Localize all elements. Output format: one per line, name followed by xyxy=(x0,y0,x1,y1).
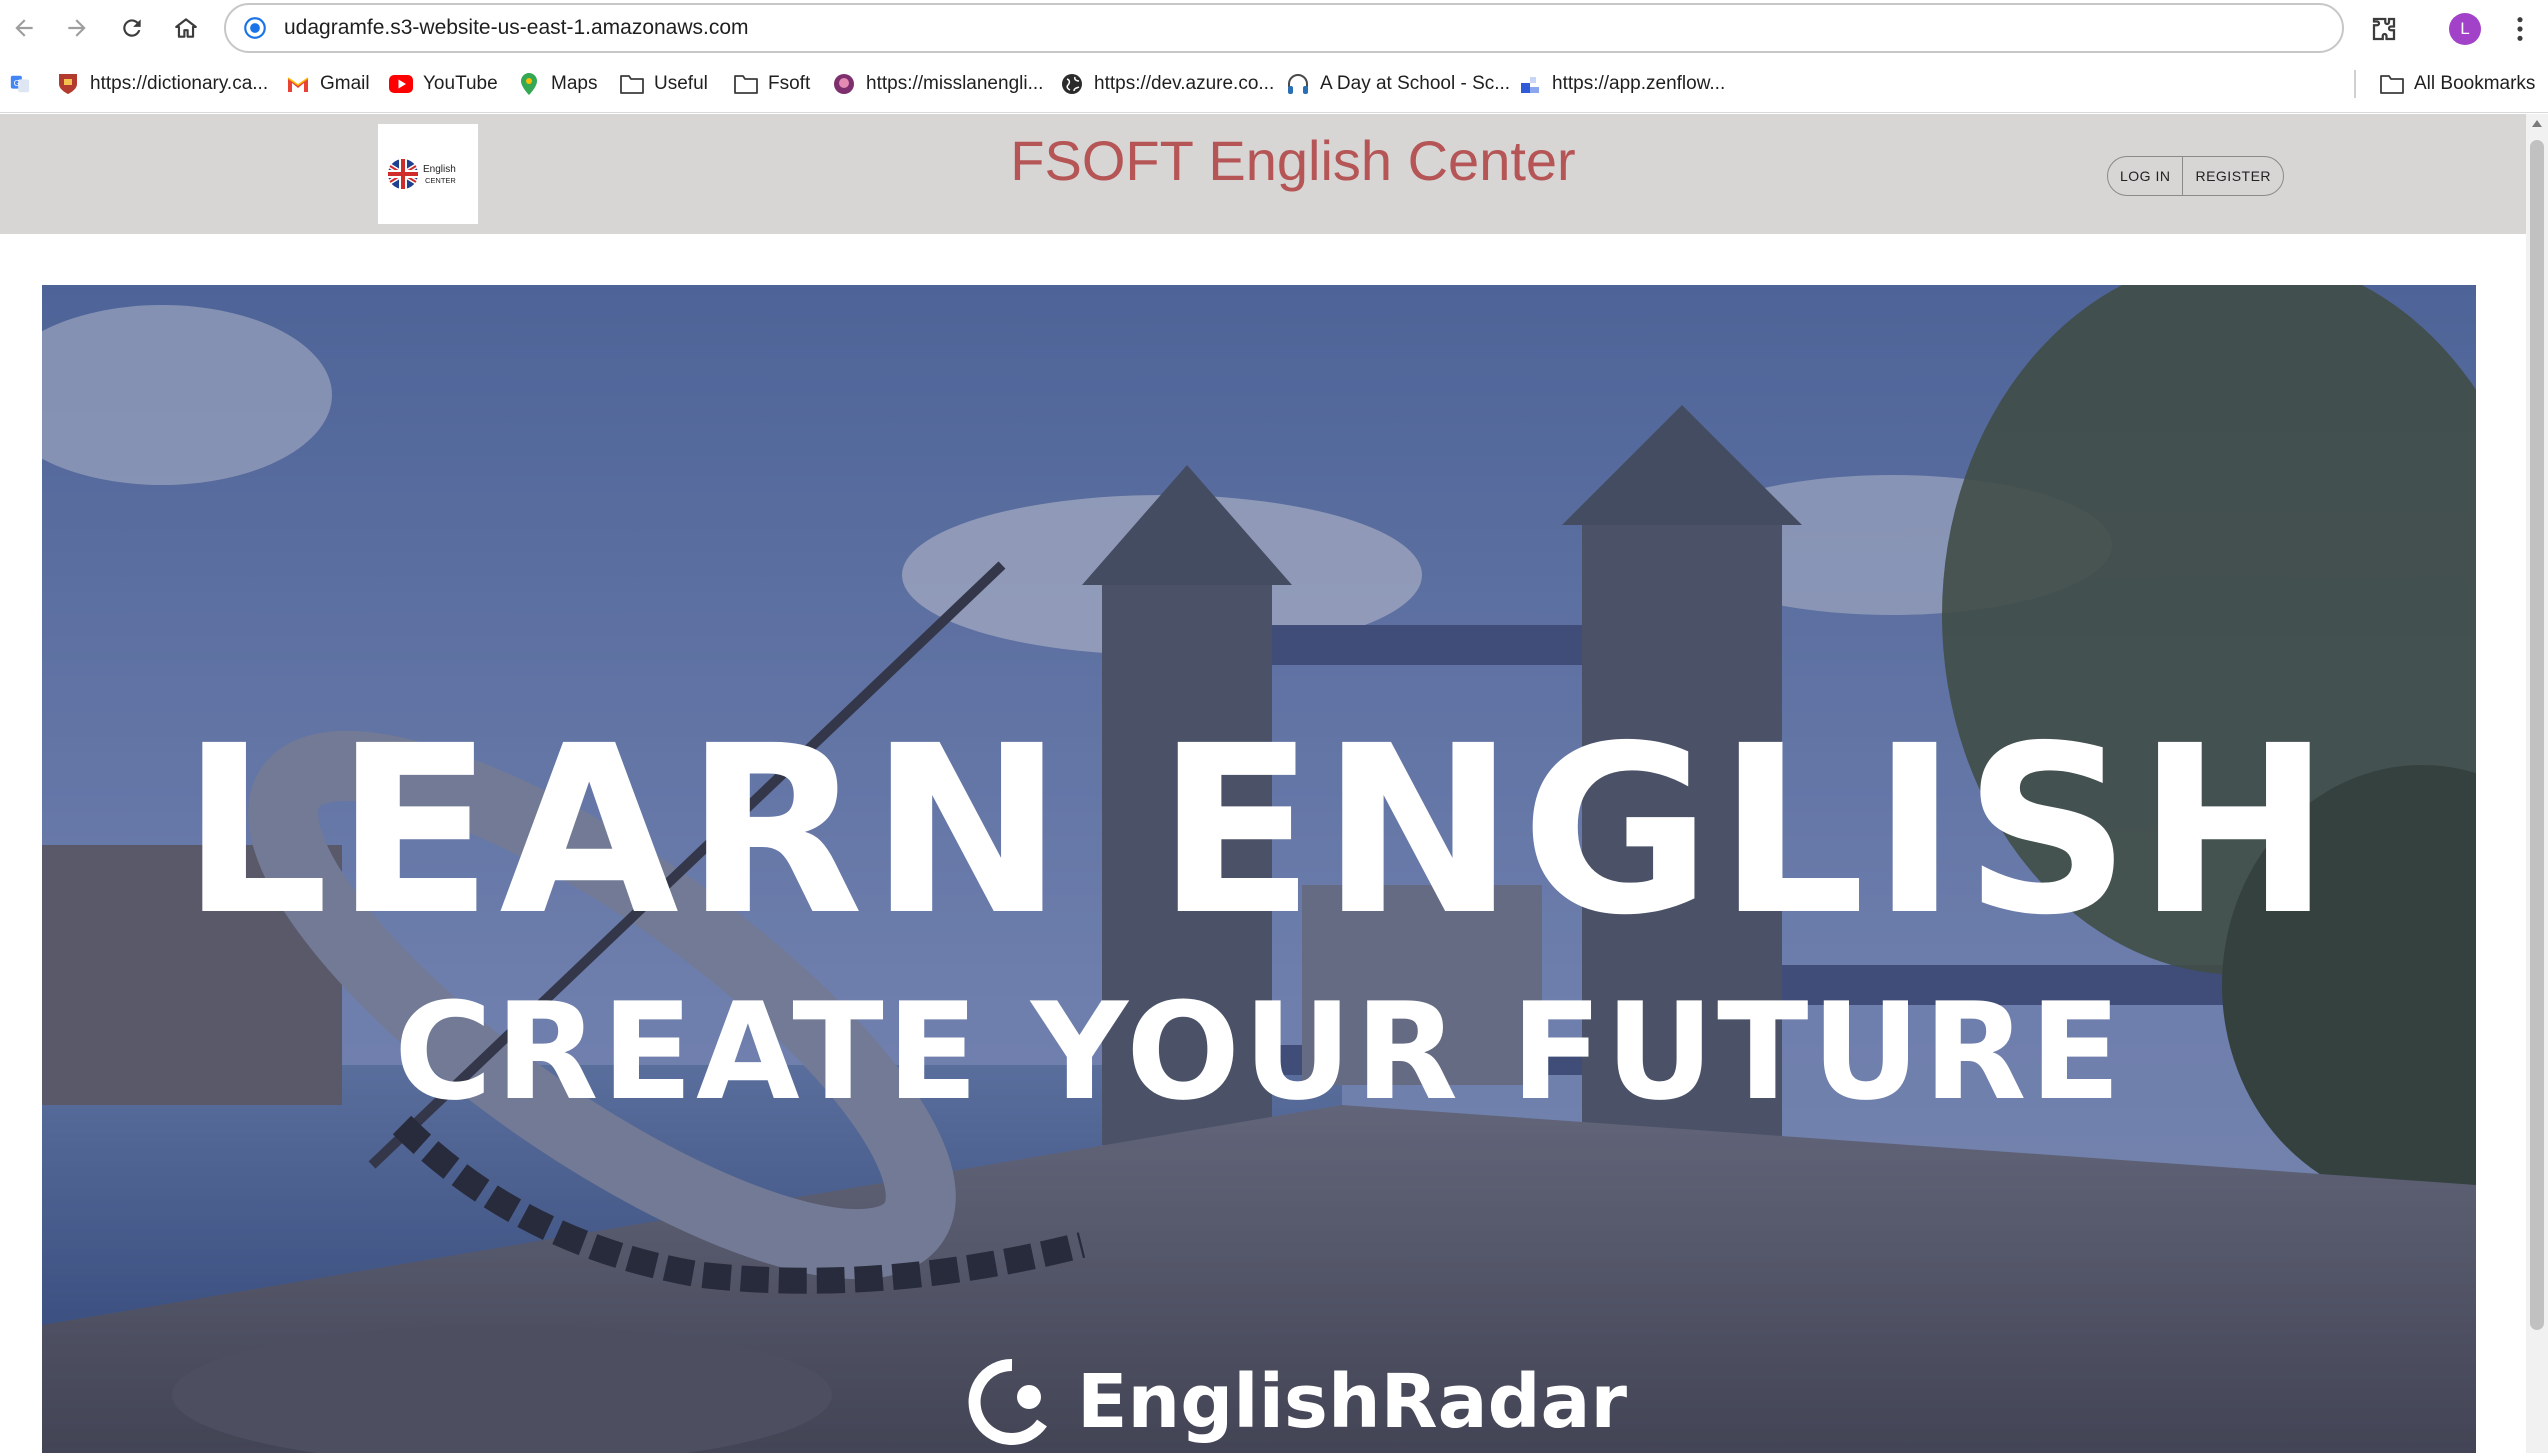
bookmark-label: A Day at School - Sc... xyxy=(1320,73,1511,94)
forward-button[interactable] xyxy=(58,9,96,47)
login-button[interactable]: LOG IN xyxy=(2108,157,2182,195)
bookmarks-bar: G https://dictionary.ca... Gmail YouTube… xyxy=(0,57,2548,113)
bookmark-folder-useful[interactable]: Useful xyxy=(620,69,708,99)
bookmark-label: Gmail xyxy=(320,73,370,94)
bookmark-youtube[interactable]: YouTube xyxy=(389,69,498,99)
back-button[interactable] xyxy=(5,9,43,47)
reload-button[interactable] xyxy=(113,9,151,47)
register-button[interactable]: REGISTER xyxy=(2183,157,2283,195)
arrow-left-icon xyxy=(15,19,33,37)
bookmark-label: https://app.zenflow... xyxy=(1552,73,1726,94)
zenflow-icon xyxy=(1518,72,1542,96)
scroll-up-arrow-icon[interactable] xyxy=(2532,120,2542,127)
bookmark-label: https://dev.azure.co... xyxy=(1094,73,1275,94)
bookmark-folder-fsoft[interactable]: Fsoft xyxy=(734,69,810,99)
reload-icon xyxy=(123,19,141,37)
kebab-menu-icon xyxy=(2517,17,2523,41)
bookmark-label: Fsoft xyxy=(768,73,811,94)
profile-avatar[interactable]: L xyxy=(2449,13,2481,45)
site-icon xyxy=(832,72,856,96)
svg-text:G: G xyxy=(14,78,20,88)
bookmark-azure[interactable]: https://dev.azure.co... xyxy=(1060,69,1274,99)
auth-button-group: LOG IN REGISTER xyxy=(2107,156,2285,196)
bookmark-dictionary[interactable]: https://dictionary.ca... xyxy=(56,69,268,99)
folder-icon xyxy=(734,72,758,96)
bookmark-label: YouTube xyxy=(423,73,498,94)
headphones-icon xyxy=(1286,72,1310,96)
bookmark-label: https://dictionary.ca... xyxy=(90,73,269,94)
google-translate-icon: G xyxy=(8,72,32,96)
all-bookmarks-label: All Bookmarks xyxy=(2414,73,2536,94)
bookmark-a-day-at-school[interactable]: A Day at School - Sc... xyxy=(1286,69,1510,99)
folder-icon xyxy=(2380,72,2404,96)
bookmark-gmail[interactable]: Gmail xyxy=(286,69,370,99)
hero-subtitle: CREATE YOUR FUTURE xyxy=(393,974,2125,1130)
gmail-icon xyxy=(286,72,310,96)
bookmark-zenflow[interactable]: https://app.zenflow... xyxy=(1518,69,1725,99)
bookmarks-separator xyxy=(2354,70,2356,98)
browser-toolbar: udagramfe.s3-website-us-east-1.amazonaws… xyxy=(0,0,2548,57)
maps-icon xyxy=(517,72,541,96)
englishradar-logo-icon xyxy=(968,1358,1047,1445)
bookmark-misslanenglish[interactable]: https://misslanengli... xyxy=(832,69,1043,99)
folder-icon xyxy=(620,72,644,96)
bookmark-maps[interactable]: Maps xyxy=(517,69,597,99)
site-info-icon[interactable] xyxy=(240,13,270,43)
extensions-button[interactable] xyxy=(2364,9,2404,49)
hero-brand: EnglishRadar xyxy=(967,1352,1627,1452)
arrow-right-icon xyxy=(68,19,86,37)
home-button[interactable] xyxy=(167,9,205,47)
home-icon xyxy=(175,18,197,38)
hero-title: LEARN ENGLISH xyxy=(181,696,2337,966)
page-scrollbar[interactable] xyxy=(2526,114,2548,1453)
bookmark-translate[interactable]: G xyxy=(8,69,42,99)
youtube-icon xyxy=(389,72,413,96)
bookmark-label: Useful xyxy=(654,73,708,94)
browser-menu-button[interactable] xyxy=(2502,9,2538,49)
bookmark-label: https://misslanengli... xyxy=(866,73,1044,94)
puzzle-icon xyxy=(2372,17,2396,41)
address-bar[interactable]: udagramfe.s3-website-us-east-1.amazonaws… xyxy=(224,3,2344,53)
hero-brand-text: EnglishRadar xyxy=(1077,1359,1627,1445)
globe-icon xyxy=(1060,72,1084,96)
hero-banner: LEARN ENGLISH CREATE YOUR FUTURE English… xyxy=(42,285,2476,1453)
url-text[interactable]: udagramfe.s3-website-us-east-1.amazonaws… xyxy=(284,16,749,40)
site-header: English CENTER FSOFT English Center LOG … xyxy=(0,114,2526,234)
cambridge-icon xyxy=(56,72,80,96)
bookmark-label: Maps xyxy=(551,73,598,94)
scrollbar-thumb[interactable] xyxy=(2530,140,2544,1330)
page-viewport: English CENTER FSOFT English Center LOG … xyxy=(0,114,2548,1453)
all-bookmarks-button[interactable]: All Bookmarks xyxy=(2380,69,2535,99)
